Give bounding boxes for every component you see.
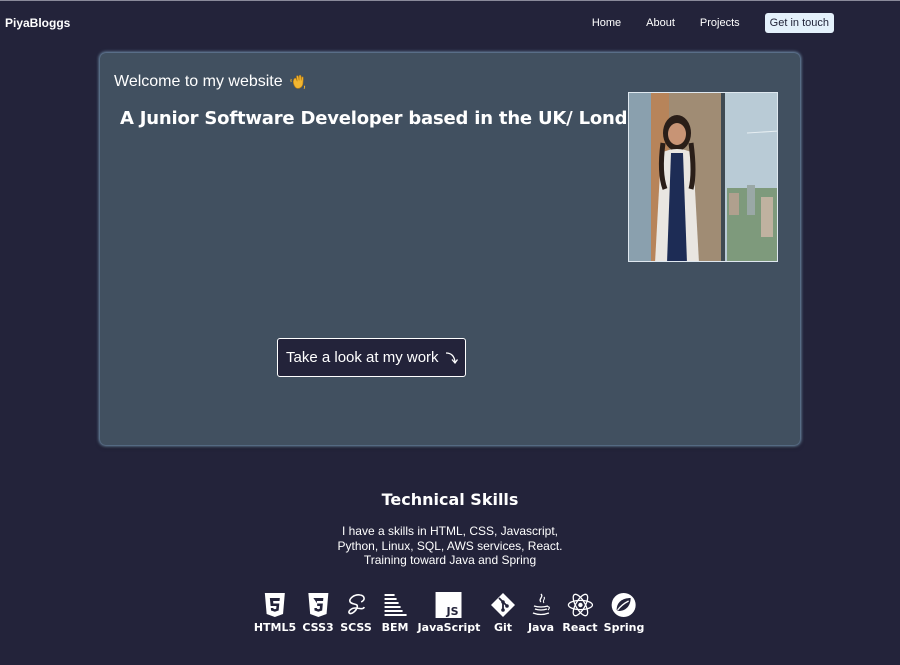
skills-icon-list: HTML5 CSS3 SCSS BEM JS JavaScript Git Ja… (0, 592, 900, 642)
top-border (0, 0, 900, 1)
skill-scss: SCSS (340, 592, 372, 634)
skill-javascript: JS JavaScript (417, 592, 481, 634)
hero-headline: A Junior Software Developer based in the… (120, 108, 653, 129)
react-icon (567, 593, 593, 617)
skill-label: CSS3 (302, 621, 334, 634)
skill-label: Git (493, 621, 513, 634)
welcome-text: Welcome to my website (114, 73, 283, 90)
skill-label: HTML5 (253, 621, 297, 634)
nav-home-link[interactable]: Home (592, 17, 621, 29)
git-icon (491, 593, 515, 617)
welcome-line: Welcome to my website (114, 73, 307, 91)
skill-spring: Spring (603, 592, 645, 634)
spring-icon (611, 593, 636, 617)
java-icon (532, 593, 550, 616)
profile-photo (628, 92, 778, 262)
html5-icon (264, 593, 285, 617)
skill-react: React (562, 592, 598, 634)
sass-icon (347, 594, 365, 615)
skill-label: Java (527, 621, 555, 634)
bem-icon (384, 594, 407, 616)
view-work-button[interactable]: Take a look at my work (277, 338, 466, 377)
skill-bem: BEM (381, 592, 409, 634)
nav-projects-link[interactable]: Projects (700, 17, 740, 29)
main-nav: Home About Projects Get in touch (592, 13, 834, 33)
view-work-label: Take a look at my work (286, 349, 439, 366)
waving-hand-icon (290, 74, 305, 90)
skill-label: SCSS (340, 621, 372, 634)
skill-java: Java (528, 592, 554, 634)
nav-about-link[interactable]: About (646, 17, 675, 29)
skill-git: Git (490, 592, 516, 634)
curved-arrow-down-icon (445, 351, 458, 364)
svg-text:JS: JS (446, 605, 459, 618)
skill-css3: CSS3 (302, 592, 334, 634)
hero-card: Welcome to my website A Junior Software … (100, 53, 800, 445)
skill-label: BEM (381, 621, 409, 634)
technical-skills-heading: Technical Skills (381, 490, 519, 509)
brand-logo[interactable]: PiyaBloggs (5, 16, 70, 30)
skill-label: React (562, 621, 598, 634)
skills-description: I have a skills in HTML, CSS, Javascript… (337, 524, 563, 567)
css3-icon (308, 593, 328, 617)
skill-html5: HTML5 (254, 592, 296, 634)
skill-label: JavaScript (417, 621, 481, 634)
skill-label: Spring (603, 621, 645, 634)
javascript-icon: JS (435, 592, 462, 618)
get-in-touch-button[interactable]: Get in touch (764, 13, 834, 33)
